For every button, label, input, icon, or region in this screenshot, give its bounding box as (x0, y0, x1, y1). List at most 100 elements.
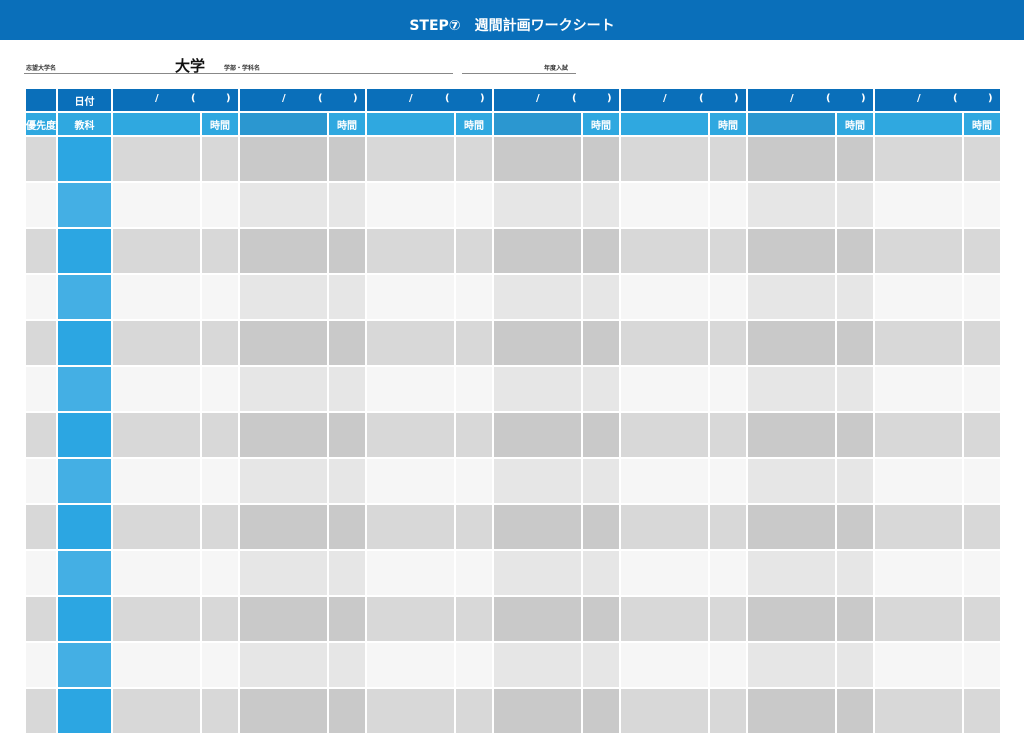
plan-cell[interactable] (365, 595, 456, 643)
plan-cell[interactable] (619, 227, 710, 275)
plan-cell[interactable] (365, 135, 456, 183)
plan-cell[interactable] (746, 227, 837, 275)
time-cell[interactable] (454, 365, 494, 413)
plan-cell[interactable] (619, 641, 710, 689)
time-cell[interactable] (581, 595, 621, 643)
plan-cell[interactable] (111, 457, 202, 505)
priority-cell[interactable] (24, 411, 58, 459)
plan-cell[interactable] (873, 227, 964, 275)
plan-cell[interactable] (873, 135, 964, 183)
plan-cell[interactable] (746, 503, 837, 551)
time-cell[interactable] (200, 181, 240, 229)
plan-cell[interactable] (365, 549, 456, 597)
time-cell[interactable] (835, 549, 875, 597)
time-cell[interactable] (581, 411, 621, 459)
plan-cell[interactable] (873, 457, 964, 505)
time-cell[interactable] (327, 503, 367, 551)
time-cell[interactable] (200, 457, 240, 505)
time-cell[interactable] (327, 457, 367, 505)
plan-cell[interactable] (365, 181, 456, 229)
time-cell[interactable] (200, 595, 240, 643)
time-cell[interactable] (581, 227, 621, 275)
date-cell[interactable]: / () (238, 87, 367, 113)
plan-cell[interactable] (238, 135, 329, 183)
plan-cell[interactable] (746, 273, 837, 321)
time-cell[interactable] (327, 319, 367, 367)
plan-cell[interactable] (365, 273, 456, 321)
time-cell[interactable] (708, 273, 748, 321)
plan-cell[interactable] (111, 503, 202, 551)
time-cell[interactable] (835, 687, 875, 735)
plan-cell[interactable] (619, 549, 710, 597)
date-cell[interactable]: / () (111, 87, 240, 113)
time-cell[interactable] (454, 273, 494, 321)
time-cell[interactable] (708, 687, 748, 735)
plan-cell[interactable] (746, 549, 837, 597)
date-cell[interactable]: / () (746, 87, 875, 113)
time-cell[interactable] (835, 641, 875, 689)
time-cell[interactable] (835, 135, 875, 183)
plan-cell[interactable] (873, 365, 964, 413)
subject-cell[interactable] (56, 365, 113, 413)
plan-cell[interactable] (873, 181, 964, 229)
time-cell[interactable] (581, 457, 621, 505)
priority-cell[interactable] (24, 135, 58, 183)
time-cell[interactable] (581, 503, 621, 551)
time-cell[interactable] (708, 595, 748, 643)
plan-cell[interactable] (238, 687, 329, 735)
time-cell[interactable] (581, 365, 621, 413)
time-cell[interactable] (327, 641, 367, 689)
plan-cell[interactable] (111, 411, 202, 459)
plan-cell[interactable] (111, 319, 202, 367)
time-cell[interactable] (200, 687, 240, 735)
time-cell[interactable] (327, 595, 367, 643)
plan-cell[interactable] (873, 503, 964, 551)
plan-cell[interactable] (873, 549, 964, 597)
priority-cell[interactable] (24, 273, 58, 321)
plan-cell[interactable] (492, 319, 583, 367)
plan-cell[interactable] (365, 319, 456, 367)
time-cell[interactable] (835, 319, 875, 367)
plan-cell[interactable] (492, 503, 583, 551)
time-cell[interactable] (962, 227, 1002, 275)
plan-cell[interactable] (365, 457, 456, 505)
time-cell[interactable] (835, 595, 875, 643)
time-cell[interactable] (581, 181, 621, 229)
time-cell[interactable] (327, 549, 367, 597)
subject-cell[interactable] (56, 227, 113, 275)
time-cell[interactable] (200, 641, 240, 689)
plan-cell[interactable] (238, 411, 329, 459)
plan-cell[interactable] (111, 641, 202, 689)
time-cell[interactable] (962, 457, 1002, 505)
time-cell[interactable] (200, 273, 240, 321)
plan-cell[interactable] (238, 457, 329, 505)
plan-cell[interactable] (492, 135, 583, 183)
plan-cell[interactable] (746, 365, 837, 413)
plan-cell[interactable] (873, 687, 964, 735)
priority-cell[interactable] (24, 503, 58, 551)
time-cell[interactable] (200, 135, 240, 183)
subject-cell[interactable] (56, 273, 113, 321)
time-cell[interactable] (962, 181, 1002, 229)
plan-cell[interactable] (873, 319, 964, 367)
plan-cell[interactable] (873, 595, 964, 643)
plan-cell[interactable] (492, 641, 583, 689)
time-cell[interactable] (835, 227, 875, 275)
time-cell[interactable] (327, 181, 367, 229)
time-cell[interactable] (454, 319, 494, 367)
subject-cell[interactable] (56, 411, 113, 459)
time-cell[interactable] (962, 549, 1002, 597)
plan-cell[interactable] (619, 365, 710, 413)
time-cell[interactable] (835, 181, 875, 229)
time-cell[interactable] (835, 365, 875, 413)
plan-cell[interactable] (619, 595, 710, 643)
plan-cell[interactable] (238, 319, 329, 367)
plan-cell[interactable] (746, 319, 837, 367)
plan-cell[interactable] (492, 595, 583, 643)
time-cell[interactable] (962, 411, 1002, 459)
plan-cell[interactable] (619, 411, 710, 459)
subject-cell[interactable] (56, 595, 113, 643)
time-cell[interactable] (200, 319, 240, 367)
priority-cell[interactable] (24, 365, 58, 413)
time-cell[interactable] (454, 503, 494, 551)
